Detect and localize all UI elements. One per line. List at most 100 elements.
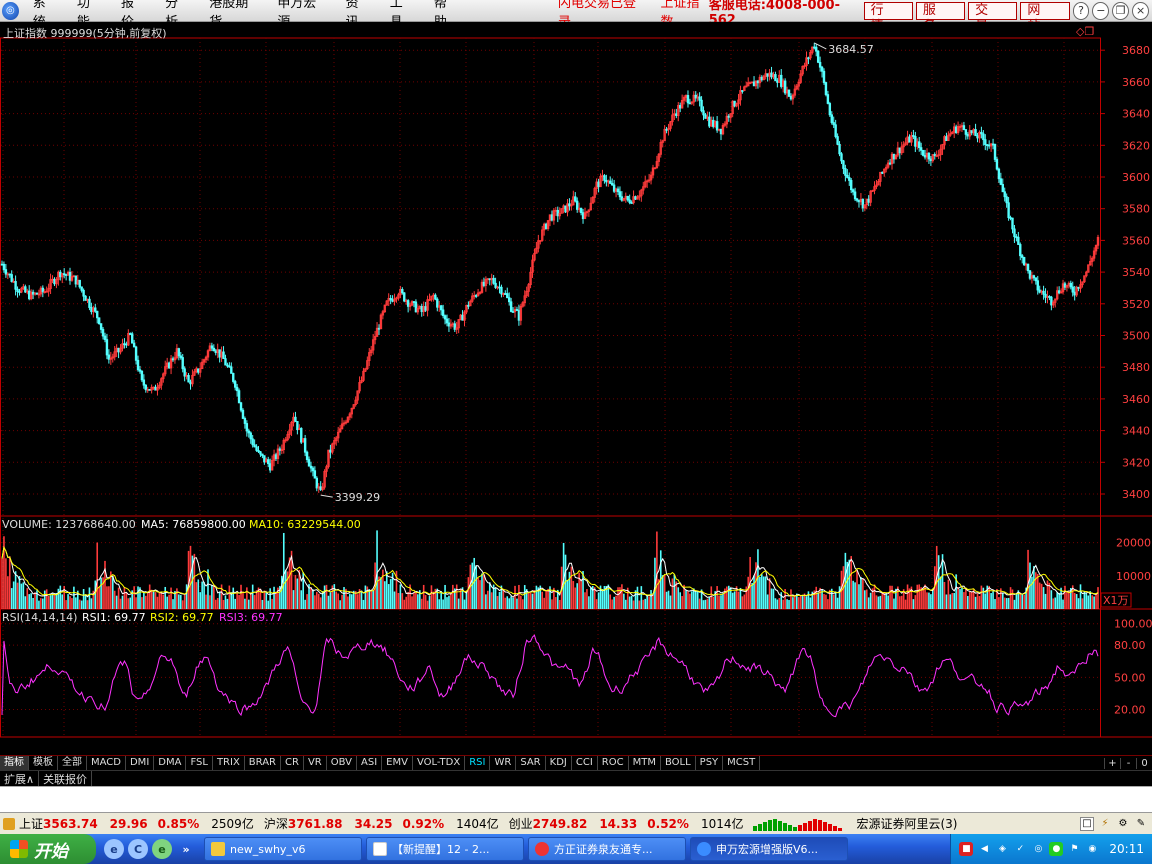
- expand-tab[interactable]: 扩展∧: [0, 770, 40, 787]
- volume-bar: [1033, 566, 1035, 609]
- network-icon[interactable]: ◎: [1031, 842, 1045, 856]
- indicator-tab-wr[interactable]: WR: [490, 756, 517, 770]
- zoom-in-button[interactable]: +: [1104, 757, 1120, 769]
- indicator-tab-mcst[interactable]: MCST: [723, 756, 761, 770]
- candle-body: [24, 286, 27, 293]
- service-button[interactable]: 服务: [915, 1, 966, 34]
- zoom-reset-button[interactable]: 0: [1136, 757, 1152, 769]
- close-button[interactable]: ×: [1132, 1, 1149, 20]
- indicator-tab-obv[interactable]: OBV: [327, 756, 357, 770]
- volume-bar: [887, 595, 889, 609]
- update-icon[interactable]: ◉: [1085, 842, 1099, 856]
- antivirus-icon[interactable]: ●: [1049, 842, 1064, 856]
- website-button[interactable]: 网站: [1020, 1, 1070, 34]
- volume-bar: [1050, 590, 1053, 609]
- volume-bar: [992, 591, 994, 609]
- candle-body: [986, 144, 989, 147]
- indicator-tab--[interactable]: 模板: [29, 756, 58, 770]
- candle-body: [107, 354, 111, 360]
- indicator-tab-mtm[interactable]: MTM: [629, 756, 661, 770]
- volume-bar: [551, 599, 553, 609]
- volume-bar: [426, 600, 429, 609]
- volume-bar: [681, 596, 683, 609]
- indicator-tab-vr[interactable]: VR: [304, 756, 327, 770]
- candle-body: [626, 195, 629, 201]
- indicator-tab-cci[interactable]: CCI: [572, 756, 598, 770]
- flag-icon[interactable]: ⚑: [1067, 842, 1081, 856]
- chart-corner-icons[interactable]: ◇❐: [1076, 25, 1094, 38]
- indicator-tab-sar[interactable]: SAR: [516, 756, 546, 770]
- zoom-out-button[interactable]: -: [1120, 757, 1136, 769]
- browser-icon[interactable]: C: [128, 839, 148, 859]
- indicator-tab-rsi[interactable]: RSI: [465, 756, 491, 770]
- volume-bar: [176, 588, 178, 609]
- volume-bar: [1, 558, 3, 609]
- task-folder[interactable]: new_swhy_v6: [204, 837, 362, 861]
- indicator-tab-dma[interactable]: DMA: [154, 756, 187, 770]
- volume-bar: [152, 591, 155, 609]
- related-quote-tab[interactable]: 关联报价: [39, 770, 93, 787]
- browser-alt-icon[interactable]: e: [152, 839, 172, 859]
- volume-bar: [84, 594, 87, 609]
- indicator-tab-kdj[interactable]: KDJ: [546, 756, 572, 770]
- candle-body: [698, 96, 701, 101]
- volume-bar: [238, 594, 240, 609]
- security-icon[interactable]: ✓: [1013, 842, 1027, 856]
- task-fzzq[interactable]: 方正证券泉友通专...: [528, 837, 686, 861]
- candle-body: [609, 180, 612, 184]
- volume-icon[interactable]: ◀: [977, 842, 991, 856]
- shield-icon[interactable]: ◈: [995, 842, 1009, 856]
- minimize-button[interactable]: −: [1092, 1, 1110, 20]
- indicator-tab-asi[interactable]: ASI: [357, 756, 383, 770]
- settings-icon[interactable]: ⚙: [1116, 817, 1130, 831]
- indicator-tab-trix[interactable]: TRIX: [213, 756, 245, 770]
- tools-icon[interactable]: ✎: [1134, 817, 1148, 831]
- indicator-tab-emv[interactable]: EMV: [382, 756, 413, 770]
- candle-body: [830, 114, 833, 123]
- task-swhy[interactable]: 申万宏源增强版V6...: [690, 837, 848, 861]
- expand-quicklaunch-icon[interactable]: »: [176, 839, 196, 859]
- indicator-tab-roc[interactable]: ROC: [598, 756, 629, 770]
- indicator-tab-macd[interactable]: MACD: [87, 756, 126, 770]
- candle-body: [1001, 184, 1004, 193]
- volume-bar: [32, 597, 34, 609]
- tray-app-icon[interactable]: ■: [959, 842, 974, 856]
- market-button[interactable]: 行情: [863, 1, 913, 34]
- indicator-tab-vol-tdx[interactable]: VOL-TDX: [413, 756, 466, 770]
- restore-button[interactable]: ❐: [1112, 1, 1130, 20]
- indicator-tab-dmi[interactable]: DMI: [126, 756, 155, 770]
- rsi1-value: RSI1: 69.77: [82, 611, 146, 624]
- candle-body: [189, 381, 192, 385]
- candle-body: [1034, 277, 1038, 282]
- volume-bar: [898, 596, 901, 609]
- volume-bar: [487, 590, 489, 609]
- breadth-bar: [773, 818, 778, 831]
- ie-icon[interactable]: e: [104, 839, 124, 859]
- indicator-tab--[interactable]: 全部: [58, 756, 87, 770]
- indicator-label[interactable]: 指标: [0, 756, 29, 770]
- task-browser-reminder[interactable]: 【新提醒】12 - 2...: [366, 837, 524, 861]
- candle-body: [245, 423, 249, 432]
- indicator-tab-boll[interactable]: BOLL: [661, 756, 696, 770]
- help-window-button[interactable]: ?: [1072, 1, 1090, 20]
- volume-bar: [415, 591, 417, 609]
- volume-bar: [984, 593, 987, 609]
- volume-bar: [117, 587, 120, 609]
- candle-body: [993, 143, 997, 160]
- trade-button[interactable]: 交易: [968, 1, 1018, 34]
- candle-body: [488, 278, 491, 281]
- window-icon[interactable]: □: [1080, 816, 1094, 831]
- indicator-tab-cr[interactable]: CR: [281, 756, 304, 770]
- indicator-tab-psy[interactable]: PSY: [696, 756, 724, 770]
- volume-bar: [691, 591, 693, 609]
- candle-body: [90, 307, 93, 313]
- chart-area[interactable]: 3400 3420 3440 3460 3480 3500 3520 3540 3560 3580…: [0, 22, 1152, 740]
- volume-bar: [457, 598, 460, 609]
- signal-icon[interactable]: ⚡: [1098, 817, 1112, 831]
- volume-bar: [5, 558, 7, 609]
- start-button[interactable]: 开始: [0, 834, 96, 864]
- chart-canvas[interactable]: 3400 3420 3440 3460 3480 3500 3520 3540 3560 3580…: [0, 22, 1152, 740]
- broker-server[interactable]: 宏源证券阿里云(3): [856, 815, 957, 832]
- indicator-tab-fsl[interactable]: FSL: [186, 756, 213, 770]
- indicator-tab-brar[interactable]: BRAR: [245, 756, 281, 770]
